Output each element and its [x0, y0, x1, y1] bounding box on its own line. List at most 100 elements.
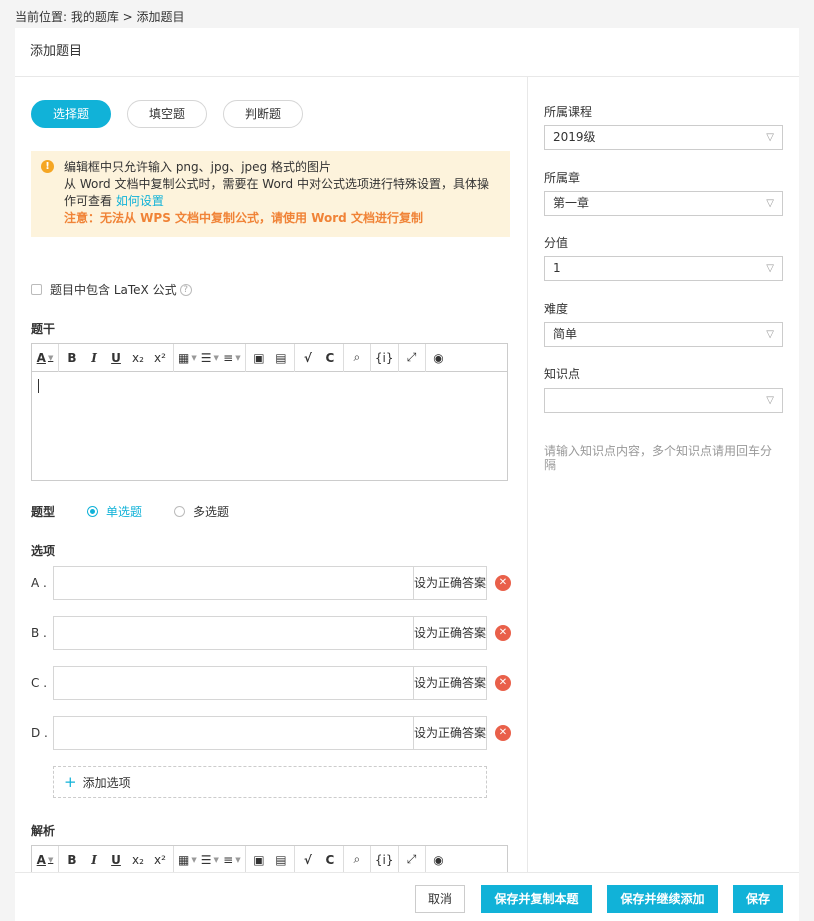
course-select[interactable]: 2019级 ▽ [544, 125, 783, 150]
underline-button[interactable]: U [105, 347, 127, 369]
chevron-down-icon: ▽ [766, 132, 774, 143]
subscript-button[interactable]: x₂ [127, 347, 149, 369]
rotate-icon[interactable]: C [319, 849, 341, 871]
image-icon[interactable]: ▣ [248, 849, 270, 871]
table-icon[interactable]: ▦ ▼ [176, 347, 199, 369]
chapter-select[interactable]: 第一章 ▽ [544, 191, 783, 216]
delete-option-icon[interactable]: ✕ [495, 675, 511, 691]
single-choice-label[interactable]: 单选题 [106, 503, 142, 520]
delete-option-icon[interactable]: ✕ [495, 575, 511, 591]
notice-warning: 注意：无法从 WPS 文档中复制公式，请使用 Word 文档进行复制 [64, 211, 423, 225]
find-icon[interactable]: ⌕ [346, 347, 368, 369]
save-copy-button[interactable]: 保存并复制本题 [481, 885, 592, 913]
delete-option-icon[interactable]: ✕ [495, 625, 511, 641]
formula-icon[interactable]: √ [297, 347, 319, 369]
code-icon[interactable]: {i} [373, 347, 396, 369]
video-icon[interactable]: ▤ [270, 849, 292, 871]
tab-choice[interactable]: 选择题 [31, 100, 111, 128]
chevron-down-icon: ▽ [766, 395, 774, 406]
fullscreen-icon[interactable]: ⤢ [401, 849, 423, 871]
option-input[interactable]: 设为正确答案 [53, 616, 487, 650]
latex-checkbox[interactable] [31, 284, 42, 295]
add-option-button[interactable]: + 添加选项 [53, 766, 487, 798]
multi-choice-radio[interactable] [174, 506, 186, 517]
difficulty-select[interactable]: 简单 ▽ [544, 322, 783, 347]
cancel-button[interactable]: 取消 [415, 885, 465, 913]
option-letter: C . [31, 676, 48, 690]
how-to-set-link[interactable]: 如何设置 [116, 194, 164, 208]
option-field[interactable] [54, 567, 413, 599]
option-field[interactable] [54, 667, 413, 699]
qtype-label: 题型 [31, 505, 56, 519]
chevron-down-icon: ▽ [766, 329, 774, 340]
option-row: B . 设为正确答案 ✕ [31, 616, 511, 650]
notice-line2: 从 Word 文档中复制公式时，需要在 Word 中对公式选项进行特殊设置，具体… [64, 177, 489, 208]
option-field[interactable] [54, 617, 413, 649]
image-icon[interactable]: ▣ [248, 347, 270, 369]
course-label: 所属课程 [544, 105, 593, 119]
code-icon[interactable]: {i} [373, 849, 396, 871]
analysis-toolbar: A ▼ B I U x₂ x² ▦ ▼ ☰ ▼ ≡ ▼ ▣ ▤ √ C ⌕ {i… [32, 845, 507, 872]
stem-label: 题干 [31, 322, 56, 336]
superscript-button[interactable]: x² [149, 347, 171, 369]
video-icon[interactable]: ▤ [270, 347, 292, 369]
stem-editor: A ▼ B I U x₂ x² ▦ ▼ ☰ ▼ ≡ ▼ ▣ ▤ √ C ⌕ {i… [31, 343, 508, 481]
add-option-label: 添加选项 [82, 775, 131, 790]
help-icon[interactable]: ? [179, 283, 192, 296]
plus-icon: + [64, 773, 77, 791]
bold-button[interactable]: B [61, 849, 83, 871]
option-field[interactable] [54, 717, 413, 749]
set-correct-button[interactable]: 设为正确答案 [413, 567, 486, 599]
latex-option: 题目中包含 LaTeX 公式 ? [31, 281, 192, 298]
save-button[interactable]: 保存 [733, 885, 783, 913]
stem-toolbar: A ▼ B I U x₂ x² ▦ ▼ ☰ ▼ ≡ ▼ ▣ ▤ √ C ⌕ {i… [32, 343, 507, 372]
subscript-button[interactable]: x₂ [127, 849, 149, 871]
option-input[interactable]: 设为正确答案 [53, 566, 487, 600]
delete-option-icon[interactable]: ✕ [495, 725, 511, 741]
fullscreen-icon[interactable]: ⤢ [401, 347, 423, 369]
unordered-list-icon[interactable]: ≡ ▼ [221, 347, 243, 369]
knowledge-select[interactable]: ▽ [544, 388, 783, 413]
notice-line1: 编辑框中只允许输入 png、jpg、jpeg 格式的图片 [64, 160, 331, 174]
set-correct-button[interactable]: 设为正确答案 [413, 667, 486, 699]
font-color-button[interactable]: A ▼ [34, 849, 56, 871]
option-row: C . 设为正确答案 ✕ [31, 666, 511, 700]
italic-button[interactable]: I [83, 347, 105, 369]
single-choice-radio[interactable] [87, 506, 98, 517]
save-continue-button[interactable]: 保存并继续添加 [607, 885, 718, 913]
ordered-list-icon[interactable]: ☰ ▼ [199, 849, 221, 871]
question-type-tabs: 选择题 填空题 判断题 [31, 100, 303, 128]
formula-icon[interactable]: √ [297, 849, 319, 871]
find-icon[interactable]: ⌕ [346, 849, 368, 871]
unordered-list-icon[interactable]: ≡ ▼ [221, 849, 243, 871]
preview-icon[interactable]: ◉ [428, 849, 450, 871]
option-row: D . 设为正确答案 ✕ [31, 716, 511, 750]
upload-notice: ! 编辑框中只允许输入 png、jpg、jpeg 格式的图片 从 Word 文档… [31, 151, 510, 237]
font-color-button[interactable]: A ▼ [34, 347, 56, 369]
option-letter: D . [31, 726, 48, 740]
ordered-list-icon[interactable]: ☰ ▼ [199, 347, 221, 369]
option-input[interactable]: 设为正确答案 [53, 666, 487, 700]
set-correct-button[interactable]: 设为正确答案 [413, 717, 486, 749]
question-meta-panel: 所属课程 2019级 ▽ 所属章 第一章 ▽ 分值 1 ▽ 难度 简单 ▽ 知识点 ▽ … [528, 77, 799, 872]
italic-button[interactable]: I [83, 849, 105, 871]
superscript-button[interactable]: x² [149, 849, 171, 871]
set-correct-button[interactable]: 设为正确答案 [413, 617, 486, 649]
option-row: A . 设为正确答案 ✕ [31, 566, 511, 600]
stem-content[interactable] [32, 372, 507, 480]
score-select[interactable]: 1 ▽ [544, 256, 783, 281]
text-cursor [38, 379, 39, 393]
underline-button[interactable]: U [105, 849, 127, 871]
option-input[interactable]: 设为正确答案 [53, 716, 487, 750]
rotate-icon[interactable]: C [319, 347, 341, 369]
option-letter: A . [31, 576, 47, 590]
preview-icon[interactable]: ◉ [428, 347, 450, 369]
tab-true-false[interactable]: 判断题 [223, 100, 303, 128]
table-icon[interactable]: ▦ ▼ [176, 849, 199, 871]
bold-button[interactable]: B [61, 347, 83, 369]
score-label: 分值 [544, 236, 569, 250]
tab-fill-blank[interactable]: 填空题 [127, 100, 207, 128]
analysis-label: 解析 [31, 824, 56, 838]
multi-choice-label[interactable]: 多选题 [193, 503, 229, 520]
chapter-label: 所属章 [544, 171, 581, 185]
